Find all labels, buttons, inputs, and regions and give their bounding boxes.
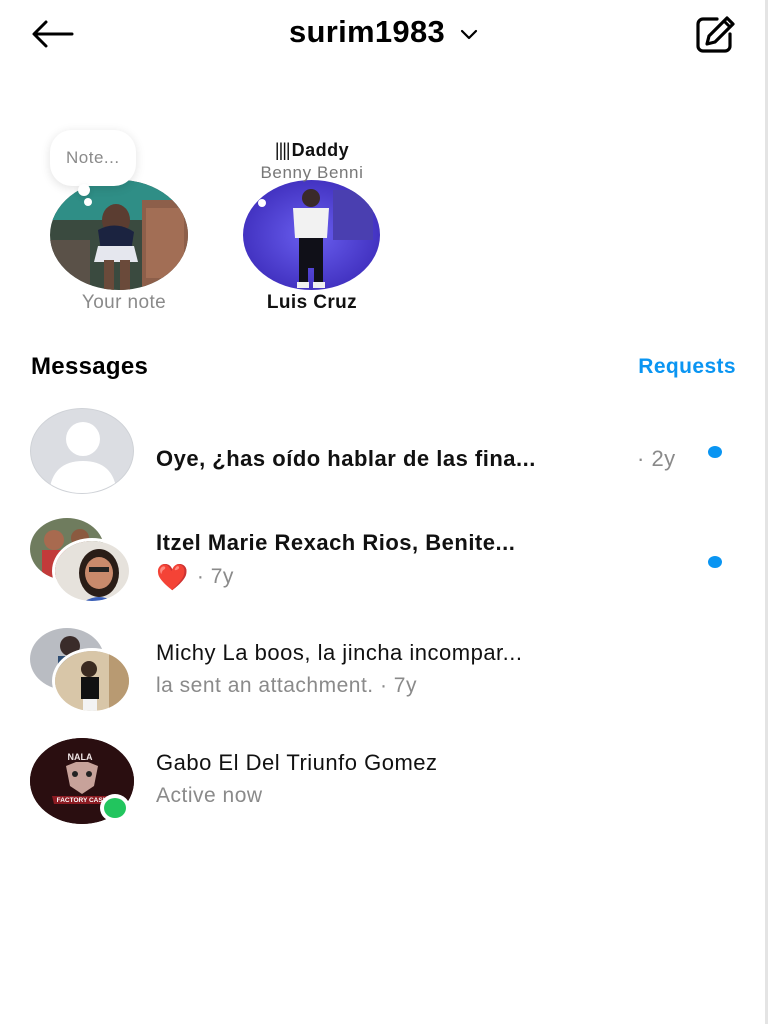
note-placeholder: Note... — [66, 148, 120, 167]
messages-title: Messages — [31, 353, 149, 380]
conversation-title: Oye, ¿has oído hablar de las fina... — [156, 446, 536, 471]
online-status-icon — [100, 794, 130, 822]
conversation-preview: Active now — [156, 784, 263, 807]
avatar — [52, 648, 132, 714]
conversation-preview: la sent an attachment. · 7y — [156, 674, 417, 697]
conversation-title: Gabo El Del Triunfo Gomez — [156, 750, 438, 775]
requests-link[interactable]: Requests — [638, 355, 736, 379]
friend-note-line2: Benny Benni — [260, 163, 364, 182]
group-avatar — [30, 628, 134, 714]
messages-header: Messages Requests — [31, 350, 736, 384]
add-note-icon — [84, 198, 92, 206]
unread-indicator — [708, 446, 722, 458]
avatar — [243, 180, 380, 290]
avatar — [30, 408, 134, 494]
svg-text:NALA: NALA — [68, 752, 93, 762]
red-heart-emoji: ❤️ — [156, 562, 189, 592]
notes-row: Note... Your note |||| Daddy Benny Benni… — [0, 120, 768, 330]
account-switcher[interactable]: surim1983 — [0, 14, 768, 50]
conversation-title: Itzel Marie Rexach Rios, Benite... — [156, 530, 516, 555]
conversation-time: · 2y — [637, 446, 676, 471]
compose-edit-icon — [696, 16, 735, 53]
page-title: surim1983 — [288, 14, 446, 49]
conversation-preview: ❤️ · 7y — [156, 564, 234, 590]
conversation-title: Michy La boos, la jincha incompar... — [156, 640, 523, 665]
friend-caption: Luis Cruz — [266, 292, 358, 313]
conversation-row[interactable]: Oye, ¿has oído hablar de las fina... · 2… — [0, 408, 768, 508]
friend-note-text: |||| Daddy Benny Benni — [212, 140, 412, 183]
avatar — [52, 538, 132, 604]
group-avatar — [30, 518, 134, 604]
conversation-row[interactable]: NALA FACTORY CASH Gabo El Del Triunfo Go… — [0, 738, 768, 838]
unread-indicator — [708, 556, 722, 568]
friend-note[interactable]: |||| Daddy Benny Benni Luis Cruz — [222, 120, 402, 320]
compose-button[interactable] — [692, 12, 740, 56]
note-bubble[interactable]: Note... — [50, 130, 136, 196]
avatar-with-status: NALA FACTORY CASH — [30, 738, 134, 824]
conversation-row[interactable]: Itzel Marie Rexach Rios, Benite... ❤️ · … — [0, 518, 768, 618]
note-caption: Your note — [81, 292, 167, 313]
friend-note-line1: |||| Daddy — [274, 140, 350, 160]
chevron-down-icon — [459, 23, 479, 41]
top-bar: surim1983 — [0, 0, 768, 72]
avatar — [50, 180, 188, 290]
add-icon — [258, 199, 266, 207]
default-avatar-icon — [30, 408, 134, 494]
conversation-time: · 7y — [196, 565, 234, 588]
conversation-row[interactable]: Michy La boos, la jincha incompar... la … — [0, 628, 768, 728]
your-note[interactable]: Note... Your note — [40, 120, 210, 320]
